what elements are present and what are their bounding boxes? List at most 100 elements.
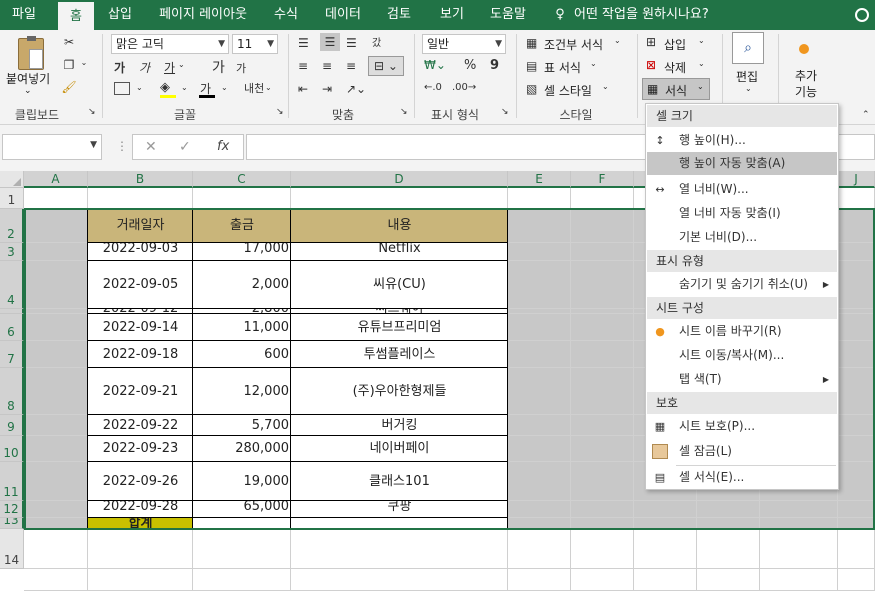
collapse-ribbon-icon[interactable]: ⌃ (862, 110, 870, 120)
menu-item-autofit-row-height[interactable]: 행 높이 자동 맞춤(A) (647, 152, 837, 175)
decrease-indent-icon[interactable]: ⇤ (298, 82, 308, 96)
cancel-entry-icon[interactable]: ✕ (145, 139, 157, 155)
clipboard-launcher-icon[interactable]: ↘ (88, 107, 96, 117)
align-center-icon[interactable]: ≡ (322, 59, 332, 73)
underline-dropdown-icon[interactable]: ⌄ (178, 60, 185, 69)
fill-color-icon[interactable]: ◈ (160, 80, 170, 95)
paste-icon[interactable] (18, 36, 44, 70)
number-format-combo[interactable]: 일반 ▼ (422, 34, 506, 54)
cut-icon[interactable]: ✂ (60, 35, 78, 49)
column-header-d[interactable]: D (291, 171, 508, 188)
menu-item-autofit-column-width[interactable]: 열 너비 자동 맞춤(I) (647, 202, 837, 225)
menu-item-hide-unhide[interactable]: 숨기기 및 숨기기 취소(U) ▶ (647, 273, 837, 296)
align-left-icon[interactable]: ≡ (298, 59, 308, 73)
orientation-button[interactable]: 갔 (372, 34, 381, 49)
column-header-e[interactable]: E (508, 171, 571, 188)
cell-styles-dropdown-icon[interactable]: ⌄ (602, 82, 609, 91)
tab-help[interactable]: 도움말 (480, 0, 536, 30)
menu-item-lock-cell[interactable]: 셀 잠금(L) (647, 440, 837, 463)
tab-page-layout[interactable]: 페이지 레이아웃 (150, 0, 256, 30)
row-header-7[interactable]: 7 (0, 341, 24, 368)
row-header-2[interactable]: 2 (0, 209, 24, 243)
conditional-dropdown-icon[interactable]: ⌄ (614, 36, 621, 45)
editing-button[interactable]: 편집 (736, 68, 758, 85)
table-dropdown-icon[interactable]: ⌄ (590, 59, 597, 68)
tab-review[interactable]: 검토 (376, 0, 422, 30)
decrease-decimal-icon[interactable]: .00→ (452, 82, 476, 93)
add-ins-button[interactable]: 추가 기능 (792, 68, 820, 100)
font-launcher-icon[interactable]: ↘ (276, 107, 284, 117)
align-right-icon[interactable]: ≡ (346, 59, 356, 73)
menu-item-move-copy-sheet[interactable]: 시트 이동/복사(M)... (647, 344, 837, 367)
account-icon[interactable] (855, 8, 869, 22)
align-top-icon[interactable]: ☰ (298, 36, 309, 50)
menu-item-column-width[interactable]: ↔ 열 너비(W)... (647, 178, 837, 201)
insert-cells-button[interactable]: 삽입 (664, 36, 686, 53)
insert-function-icon[interactable]: fx (217, 139, 229, 154)
column-header-f[interactable]: F (571, 171, 634, 188)
row-header-3[interactable]: 3 (0, 243, 24, 261)
orientation-dropdown-icon[interactable]: ↗⌄ (346, 82, 366, 96)
alignment-launcher-icon[interactable]: ↘ (400, 107, 408, 117)
column-header-b[interactable]: B (88, 171, 193, 188)
column-header-a[interactable]: A (24, 171, 88, 188)
editing-dropdown-icon[interactable]: ⌄ (745, 84, 752, 93)
name-box[interactable]: ▼ (2, 134, 102, 160)
insert-dropdown-icon[interactable]: ⌄ (698, 36, 705, 45)
conditional-formatting-button[interactable]: 조건부 서식 (544, 36, 603, 53)
tab-formulas[interactable]: 수식 (264, 0, 308, 30)
increase-indent-icon[interactable]: ⇥ (322, 82, 332, 96)
menu-item-protect-sheet[interactable]: ▦ 시트 보호(P)... (647, 415, 837, 438)
row-header-9[interactable]: 9 (0, 415, 24, 436)
tab-data[interactable]: 데이터 (318, 0, 368, 30)
column-header-c[interactable]: C (193, 171, 291, 188)
menu-item-format-cells[interactable]: ▤ 셀 서식(E)... (647, 466, 837, 489)
paste-dropdown-icon[interactable]: ⌄ (24, 86, 32, 96)
row-header-8[interactable]: 8 (0, 368, 24, 415)
delete-dropdown-icon[interactable]: ⌄ (698, 59, 705, 68)
search-icon[interactable]: ⌕ (732, 32, 764, 64)
add-ins-icon[interactable] (799, 44, 809, 54)
phonetic-button[interactable]: 내천 (244, 80, 264, 96)
increase-decimal-icon[interactable]: ←.0 (424, 82, 442, 93)
bold-button[interactable]: 가 (114, 59, 125, 76)
row-header-4[interactable]: 4 (0, 261, 24, 309)
paste-button[interactable]: 붙여넣기 (6, 70, 50, 87)
confirm-entry-icon[interactable]: ✓ (179, 139, 191, 155)
cell-styles-button[interactable]: 셀 스타일 (544, 82, 592, 99)
row-header-10[interactable]: 10 (0, 436, 24, 462)
align-bottom-icon[interactable]: ☰ (346, 36, 357, 50)
format-cells-button[interactable]: ▦ 서식 ⌄ (642, 78, 710, 100)
tab-view[interactable]: 보기 (432, 0, 472, 30)
menu-item-row-height[interactable]: ↕ 행 높이(H)... (647, 129, 837, 152)
comma-style-button[interactable]: 9 (490, 58, 499, 73)
name-box-dropdown-icon[interactable]: ▼ (90, 140, 97, 150)
copy-dropdown-icon[interactable]: ⌄ (79, 58, 89, 67)
merge-center-icon[interactable]: ⊟ ⌄ (368, 56, 404, 76)
menu-item-rename-sheet[interactable]: ● 시트 이름 바꾸기(R) (647, 320, 837, 343)
borders-dropdown-icon[interactable]: ⌄ (136, 83, 143, 92)
grow-font-button[interactable]: 가 (212, 57, 225, 77)
underline-button[interactable]: 가 (164, 59, 175, 76)
number-launcher-icon[interactable]: ↘ (501, 107, 509, 117)
tell-me-search[interactable]: 어떤 작업을 원하시나요? (574, 0, 724, 30)
row-header-12[interactable]: 12 (0, 501, 24, 518)
menu-item-default-width[interactable]: 기본 너비(D)... (647, 226, 837, 249)
percent-button[interactable]: % (464, 58, 476, 73)
borders-icon[interactable] (114, 82, 130, 95)
font-size-combo[interactable]: 11 ▼ (232, 34, 278, 54)
row-header-1[interactable]: 1 (0, 188, 24, 209)
delete-cells-button[interactable]: 삭제 (664, 59, 686, 76)
copy-icon[interactable]: ❐ (60, 58, 78, 72)
tab-home[interactable]: 홈 (58, 0, 94, 30)
align-middle-icon[interactable]: ☰ (320, 33, 340, 51)
font-color-dropdown-icon[interactable]: ⌄ (221, 83, 228, 92)
italic-button[interactable]: 가 (139, 59, 150, 76)
format-painter-icon[interactable]: 🖌 (60, 80, 78, 94)
row-header-11[interactable]: 11 (0, 462, 24, 501)
tab-insert[interactable]: 삽입 (98, 0, 142, 30)
column-header-j[interactable]: J (838, 171, 875, 188)
row-header-13[interactable]: 13 (0, 518, 24, 529)
menu-item-tab-color[interactable]: 탭 색(T) ▶ (647, 368, 837, 391)
phonetic-dropdown-icon[interactable]: ⌄ (265, 83, 272, 92)
